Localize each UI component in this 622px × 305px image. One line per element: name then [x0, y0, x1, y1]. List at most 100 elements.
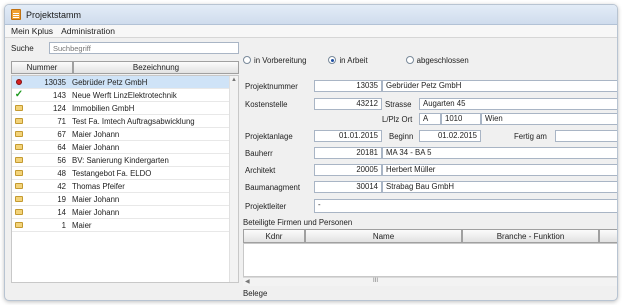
list-item[interactable]: 42 Thomas Pfeifer — [12, 180, 238, 193]
project-number: 64 — [57, 142, 66, 152]
project-description: Neue Werft LinzElektrotechnik — [72, 90, 177, 100]
beginn-label: Beginn — [389, 132, 414, 141]
kostenstelle-field[interactable]: 43212 — [314, 98, 382, 110]
list-item[interactable]: 64 Maier Johann — [12, 141, 238, 154]
land-field[interactable]: A — [419, 113, 441, 125]
column-header-description[interactable]: Bezeichnung — [73, 61, 239, 74]
folder-icon — [12, 170, 26, 176]
ort-field[interactable]: Wien — [481, 113, 617, 125]
column-header-kdnr[interactable]: Kdnr — [243, 229, 305, 243]
column-header-branche[interactable]: Branche - Funktion — [462, 229, 599, 243]
project-description: Testangebot Fa. ELDO — [72, 168, 152, 178]
search-input[interactable] — [49, 42, 239, 54]
radio-icon[interactable] — [405, 56, 414, 64]
app-window: Projektstamm Mein Kplus Administration S… — [4, 4, 618, 301]
baumanagment-label: Baumanagment — [245, 183, 301, 192]
status-radio-group: in Vorbereitung in Arbeit abgeschlossen — [243, 53, 617, 67]
list-header: Nummer Bezeichnung — [11, 61, 239, 74]
projektnummer-label: Projektnummer — [245, 82, 298, 91]
list-item[interactable]: 14 Maier Johann — [12, 206, 238, 219]
project-list: 13035 Gebrüder Petz GmbH ✓ 143 Neue Werft Li… — [11, 75, 239, 283]
status-option-vorbereitung[interactable]: in Vorbereitung — [243, 56, 306, 65]
column-header-number[interactable]: Nummer — [11, 61, 73, 74]
bauherr-nr-field[interactable]: 20181 — [314, 147, 382, 159]
project-description: Maier Johann — [72, 207, 120, 217]
project-number: 124 — [52, 103, 66, 113]
project-number: 67 — [57, 129, 66, 139]
list-scrollbar[interactable]: ▲ — [229, 76, 238, 282]
bauherr-name-field[interactable]: MA 34 - BA 5 — [382, 147, 617, 159]
folder-icon — [12, 222, 26, 228]
project-description: Maier Johann — [72, 194, 120, 204]
project-number: 19 — [57, 194, 66, 204]
list-item[interactable]: 19 Maier Johann — [12, 193, 238, 206]
projektname-field[interactable]: Gebrüder Petz GmbH — [382, 80, 617, 92]
beteiligte-grid[interactable] — [243, 243, 617, 277]
search-row: Suche — [11, 41, 239, 55]
projektnummer-field[interactable]: 13035 — [314, 80, 382, 92]
check-icon: ✓ — [14, 89, 24, 100]
plz-field[interactable]: 1010 — [441, 113, 481, 125]
list-item[interactable]: 56 BV: Sanierung Kindergarten — [12, 154, 238, 167]
fertig-am-field[interactable] — [555, 130, 617, 142]
column-header-extra[interactable] — [599, 229, 617, 243]
project-description: Test Fa. Imtech Auftragsabwicklung — [72, 116, 195, 126]
projektanlage-label: Projektanlage — [245, 132, 293, 141]
scroll-left-icon[interactable]: ◀ — [245, 278, 250, 285]
beginn-field[interactable]: 01.02.2015 — [419, 130, 481, 142]
project-description: Maier — [72, 220, 92, 230]
projektanlage-field[interactable]: 01.01.2015 — [314, 130, 382, 142]
project-description: Maier Johann — [72, 142, 120, 152]
radio-selected-icon[interactable] — [328, 56, 337, 64]
kostenstelle-label: Kostenstelle — [245, 100, 288, 109]
status-option-in-arbeit[interactable]: in Arbeit — [328, 55, 368, 65]
project-number: 42 — [57, 181, 66, 191]
project-number: 1 — [61, 220, 66, 230]
project-number: 143 — [52, 90, 66, 100]
app-icon — [11, 9, 21, 20]
project-description: Gebrüder Petz GmbH — [72, 77, 148, 87]
list-item[interactable]: 124 Immobilien GmbH — [12, 102, 238, 115]
status-option-label: abgeschlossen — [416, 55, 469, 65]
menu-administration[interactable]: Administration — [61, 26, 115, 36]
beteiligte-hscroll[interactable]: ◀ III — [243, 277, 617, 286]
baumanagment-nr-field[interactable]: 30014 — [314, 181, 382, 193]
scroll-thumb[interactable]: III — [373, 278, 378, 284]
menu-mein-kplus[interactable]: Mein Kplus — [11, 26, 53, 36]
red-dot-icon — [12, 79, 26, 85]
strasse-field[interactable]: Augarten 45 — [419, 98, 617, 110]
window-title: Projektstamm — [26, 9, 82, 20]
project-description: Thomas Pfeifer — [72, 181, 125, 191]
folder-icon — [12, 131, 26, 137]
project-list-pane: Suche Nummer Bezeichnung 13035 Gebrüder P… — [11, 41, 239, 291]
folder-icon — [12, 118, 26, 124]
strasse-label: Strasse — [385, 100, 412, 109]
architekt-label: Architekt — [245, 166, 276, 175]
project-number: 13035 — [44, 77, 66, 87]
radio-icon[interactable] — [243, 56, 251, 64]
baumanagment-name-field[interactable]: Strabag Bau GmbH — [382, 181, 617, 193]
project-number: 71 — [57, 116, 66, 126]
list-item[interactable]: 67 Maier Johann — [12, 128, 238, 141]
beteiligte-grid-header: Kdnr Name Branche - Funktion — [243, 229, 617, 243]
plz-ort-label: L/Plz Ort — [382, 115, 413, 124]
projektleiter-field[interactable]: - — [314, 199, 617, 213]
architekt-name-field[interactable]: Herbert Müller — [382, 164, 617, 176]
projektleiter-label: Projektleiter — [245, 202, 287, 211]
folder-icon — [12, 105, 26, 111]
status-option-label: in Arbeit — [339, 55, 368, 65]
list-item[interactable]: ✓ 143 Neue Werft LinzElektrotechnik — [12, 89, 238, 102]
scroll-up-icon[interactable]: ▲ — [230, 76, 238, 85]
list-item[interactable]: 71 Test Fa. Imtech Auftragsabwicklung — [12, 115, 238, 128]
project-detail-pane: in Vorbereitung in Arbeit abgeschlossen … — [243, 41, 617, 298]
list-item[interactable]: 1 Maier — [12, 219, 238, 232]
architekt-nr-field[interactable]: 20005 — [314, 164, 382, 176]
list-item[interactable]: 48 Testangebot Fa. ELDO — [12, 167, 238, 180]
status-option-abgeschlossen[interactable]: abgeschlossen — [405, 55, 469, 65]
status-option-label: in Vorbereitung — [254, 55, 307, 65]
folder-icon — [12, 157, 26, 163]
column-header-name[interactable]: Name — [305, 229, 462, 243]
project-description: Maier Johann — [72, 129, 120, 139]
search-label: Suche — [11, 43, 34, 53]
list-item[interactable]: 13035 Gebrüder Petz GmbH — [12, 76, 238, 89]
